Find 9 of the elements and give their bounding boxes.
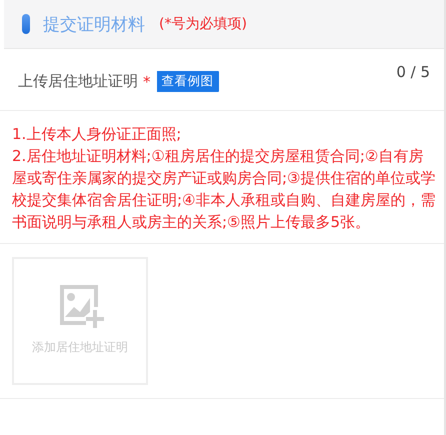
required-note: (*号为必填项) xyxy=(159,15,247,33)
field-label: 上传居住地址证明 xyxy=(18,72,138,91)
section-title: 提交证明材料 xyxy=(43,14,145,36)
accent-bar xyxy=(22,14,30,34)
required-mark: * xyxy=(143,72,150,90)
instruction-text: 1.上传本人身份证正面照; xyxy=(12,124,182,145)
instruction-text: 2.居住地址证明材料;①租房居住的提交房屋租赁合同;②自有房屋或寄住亲属家的提交房产证或购房合同;③提供住宿的单位或学校提交集体宿舍居住证明;④非本人承租或自购、自建房屋的，需书面说明与承租人或房主的关系;⑤照片上传最多5张。 xyxy=(12,146,436,233)
view-example-button[interactable]: 查看例图 xyxy=(156,71,218,92)
upload-count: 0 / 5 xyxy=(396,63,430,81)
